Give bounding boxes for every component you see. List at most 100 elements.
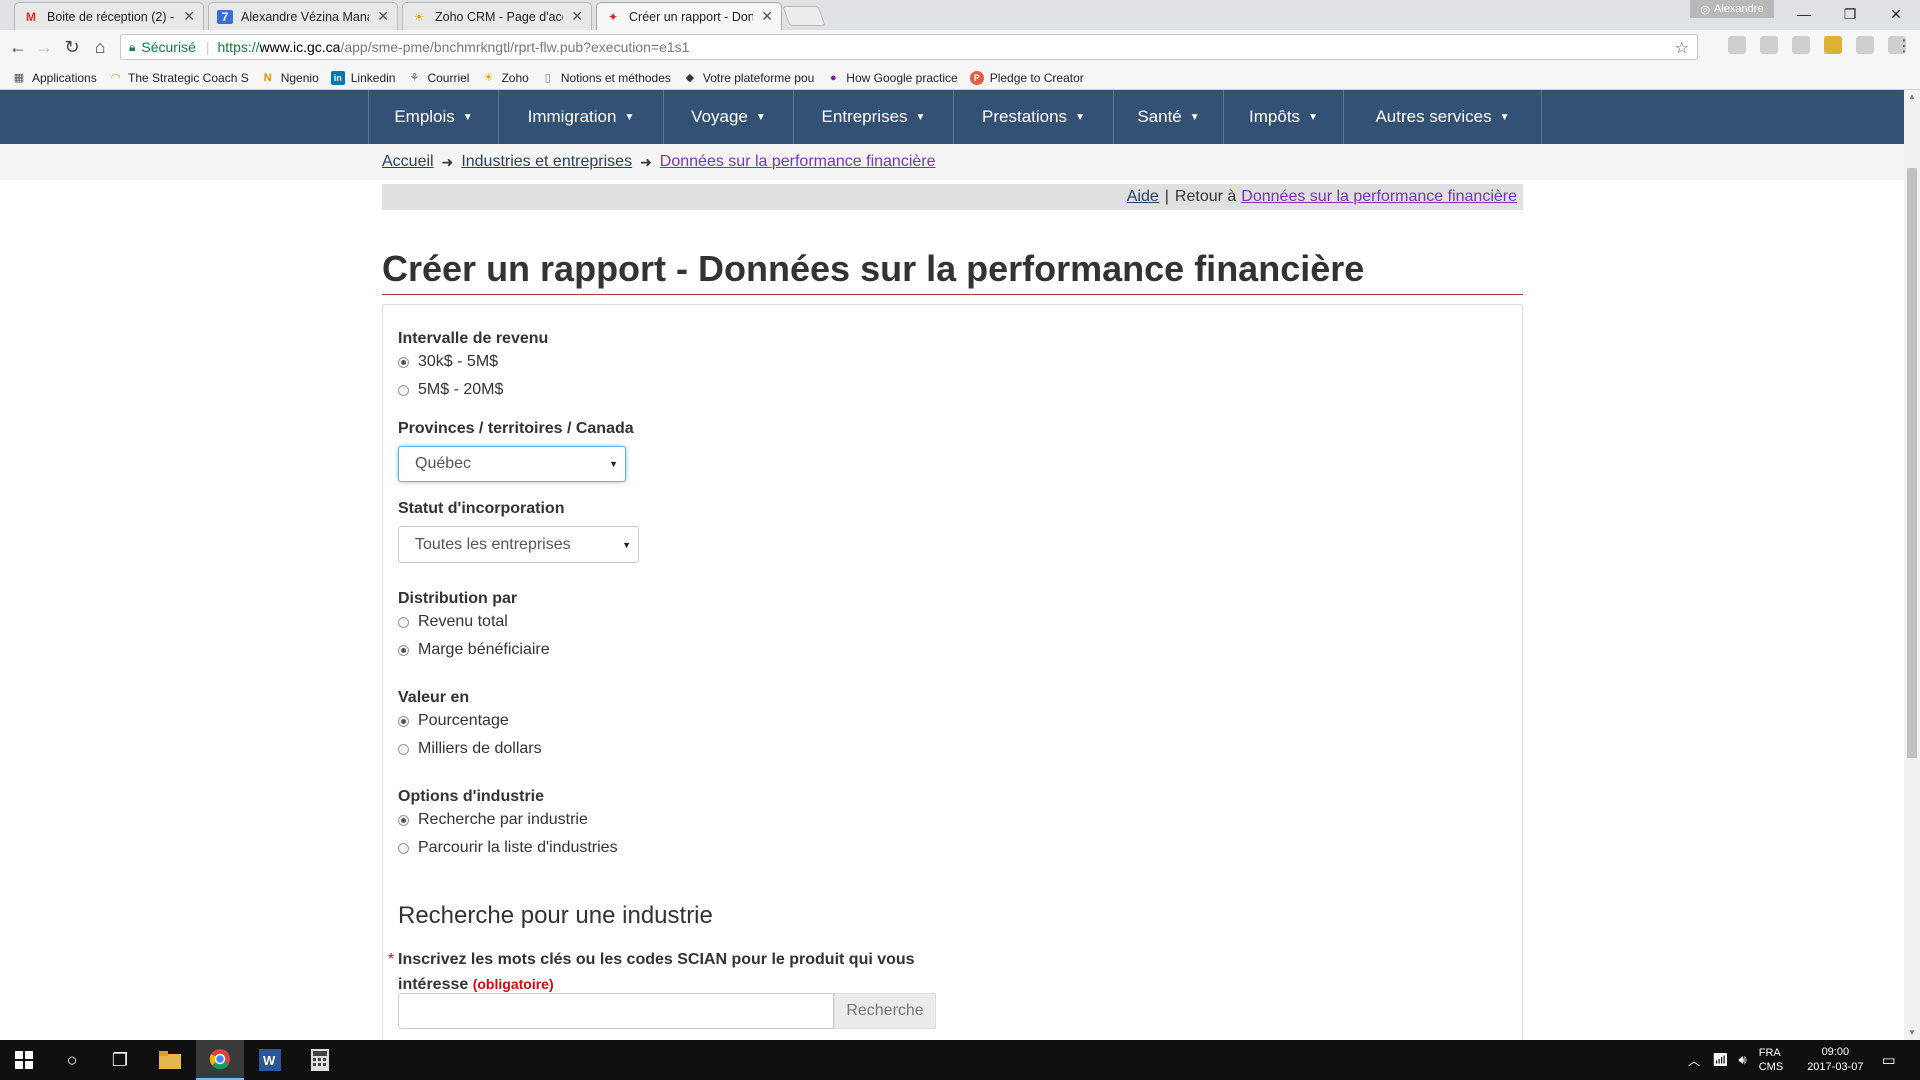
menu-item-immigration[interactable]: Immigration ▼ — [499, 90, 664, 144]
help-link[interactable]: Aide — [1127, 188, 1159, 206]
radio-pourcentage[interactable]: Pourcentage — [398, 712, 509, 730]
close-tab-icon[interactable]: ✕ — [377, 8, 389, 25]
menu-item-prestations[interactable]: Prestations ▼ — [954, 90, 1114, 144]
extension-icon[interactable] — [1824, 36, 1842, 54]
bookmark-pledge[interactable]: P Pledge to Creator — [969, 70, 1084, 85]
menu-item-entreprises[interactable]: Entreprises ▼ — [794, 90, 954, 144]
radio-revenue-30k-5m[interactable]: 30k$ - 5M$ — [398, 353, 498, 371]
bookmark-label: Pledge to Creator — [989, 70, 1084, 85]
windows-start-icon[interactable] — [0, 1040, 48, 1080]
bookmark-applications[interactable]: ▦ Applications — [12, 71, 97, 85]
address-bar[interactable]: 🔒︎ Sécurisé | https://www.ic.gc.ca/app/s… — [120, 34, 1698, 60]
cortana-search-icon[interactable]: ○ — [48, 1040, 96, 1080]
url-text[interactable]: https://www.ic.gc.ca/app/sme-pme/bnchmrk… — [218, 39, 690, 55]
radio-revenu-total[interactable]: Revenu total — [398, 613, 508, 631]
browser-tab-gmail[interactable]: M Boite de réception (2) - alexandre ✕ — [14, 2, 204, 30]
bookmark-star-icon[interactable]: ☆ — [1675, 38, 1689, 58]
close-window-button[interactable]: ✕ — [1872, 0, 1920, 28]
network-icon[interactable]: 📶︎ — [1712, 1052, 1729, 1068]
chrome-taskbar-icon[interactable] — [196, 1040, 244, 1080]
browser-tab-active[interactable]: ✦ Créer un rapport - Données ✕ — [596, 2, 782, 30]
bookmark-how-google[interactable]: ● How Google practice — [826, 71, 958, 85]
bookmark-ngenio[interactable]: N Ngenio — [261, 71, 319, 85]
bookmark-linkedin[interactable]: in Linkedin — [330, 70, 395, 85]
province-select[interactable]: Québec ▼ — [398, 446, 626, 482]
notifications-icon[interactable]: ▭ — [1881, 1051, 1895, 1069]
chevron-down-icon: ▼ — [1499, 111, 1510, 123]
industry-search-input[interactable] — [398, 993, 834, 1029]
radio-label: Milliers de dollars — [418, 740, 542, 757]
chevron-up-icon[interactable]: ︿ — [1688, 1052, 1700, 1069]
tab-title: Créer un rapport - Données — [629, 9, 754, 24]
tab-title: Zoho CRM - Page d'accueil — [435, 9, 563, 24]
close-tab-icon[interactable]: ✕ — [183, 8, 195, 25]
breadcrumb-accueil[interactable]: Accueil — [382, 153, 434, 171]
menu-item-voyage[interactable]: Voyage ▼ — [664, 90, 794, 144]
bookmark-strategic-coach[interactable]: ◠ The Strategic Coach S — [109, 71, 249, 85]
extension-icon[interactable] — [1792, 36, 1810, 54]
calculator-taskbar-icon[interactable] — [296, 1040, 344, 1080]
browser-tab-bar: M Boite de réception (2) - alexandre ✕ 7… — [0, 0, 1920, 30]
page-icon: ▯ — [544, 72, 551, 84]
reload-icon[interactable]: ↻ — [60, 34, 84, 60]
bookmark-zoho[interactable]: ☀ Zoho — [481, 71, 529, 85]
menu-item-sante[interactable]: Santé ▼ — [1114, 90, 1224, 144]
radio-parcourir-liste[interactable]: Parcourir la liste d'industries — [398, 839, 618, 857]
page-scrollbar[interactable]: ▲ ▼ — [1904, 90, 1920, 1040]
bookmarks-bar: ▦ Applications ◠ The Strategic Coach S N Ng… — [0, 66, 1920, 90]
ngenio-icon: N — [263, 71, 272, 84]
bookmark-courriel[interactable]: ⚘ Courriel — [407, 71, 470, 85]
task-view-icon[interactable]: ❐ — [96, 1040, 144, 1080]
menu-item-emplois[interactable]: Emplois ▼ — [369, 90, 499, 144]
new-tab-button[interactable] — [782, 6, 826, 26]
word-taskbar-icon[interactable]: W — [246, 1040, 294, 1080]
menu-item-autres-services[interactable]: Autres services ▼ — [1344, 90, 1542, 144]
menu-label: Immigration — [527, 107, 617, 126]
scroll-up-icon[interactable]: ▲ — [1908, 92, 1916, 101]
breadcrumb-bar — [0, 144, 1904, 180]
radio-recherche-industrie[interactable]: Recherche par industrie — [398, 811, 588, 829]
extension-icon[interactable] — [1760, 36, 1778, 54]
home-icon[interactable]: ⌂ — [88, 34, 112, 60]
breadcrumb-donnees[interactable]: Données sur la performance financière — [660, 153, 936, 171]
language-indicator[interactable]: FRA CMS — [1759, 1046, 1783, 1074]
browser-menu-icon[interactable]: ⋮ — [1896, 36, 1912, 56]
return-link[interactable]: Données sur la performance financière — [1241, 188, 1517, 206]
volume-icon[interactable]: 🔊︎ — [1739, 1052, 1747, 1068]
browser-tab-zoho[interactable]: ☀ Zoho CRM - Page d'accueil ✕ — [402, 2, 592, 30]
page-viewport: Emplois ▼ Immigration ▼ Voyage ▼ Entreprise… — [0, 90, 1904, 1040]
bookmark-plateforme[interactable]: ◆ Votre plateforme pou — [683, 71, 815, 85]
minimize-button[interactable]: — — [1780, 0, 1828, 28]
extension-icon[interactable] — [1728, 36, 1746, 54]
breadcrumb-industries[interactable]: Industries et entreprises — [461, 153, 632, 171]
back-arrow-icon[interactable]: ← — [6, 34, 30, 60]
scrollbar-thumb[interactable] — [1907, 168, 1917, 758]
incorporation-value: Toutes les entreprises — [415, 535, 571, 553]
bookmark-notions[interactable]: ▯ Notions et méthodes — [541, 71, 671, 85]
clock[interactable]: 09:00 2017-03-07 — [1807, 1045, 1863, 1075]
zoho-icon: ☀ — [413, 9, 425, 24]
profile-badge[interactable]: ◎ Alexandre — [1690, 0, 1774, 18]
bookmark-label: Applications — [32, 70, 97, 85]
search-button[interactable]: Recherche — [834, 993, 936, 1029]
extension-icon[interactable] — [1856, 36, 1874, 54]
close-tab-icon[interactable]: ✕ — [761, 8, 773, 25]
address-separator: | — [205, 39, 210, 55]
forward-arrow-icon[interactable]: → — [32, 34, 56, 60]
dropdown-arrow-icon: ▼ — [609, 459, 618, 469]
value-in-label: Valeur en — [398, 689, 470, 706]
chevron-down-icon: ▼ — [624, 111, 635, 123]
file-explorer-icon[interactable] — [146, 1040, 194, 1080]
radio-revenue-5m-20m[interactable]: 5M$ - 20M$ — [398, 381, 503, 399]
radio-marge-beneficiaire[interactable]: Marge bénéficiaire — [398, 641, 550, 659]
radio-milliers-dollars[interactable]: Milliers de dollars — [398, 740, 542, 758]
close-tab-icon[interactable]: ✕ — [571, 8, 583, 25]
site-menu-list: Emplois ▼ Immigration ▼ Voyage ▼ Entreprise… — [368, 90, 1542, 144]
courriel-icon: ⚘ — [409, 72, 420, 84]
browser-tab-managem[interactable]: 7 Alexandre Vézina Manag ✕ — [208, 2, 398, 30]
scroll-down-icon[interactable]: ▼ — [1908, 1028, 1916, 1037]
incorporation-select[interactable]: Toutes les entreprises ▼ — [398, 526, 639, 563]
industry-search-heading: Recherche pour une industrie — [398, 902, 713, 929]
maximize-button[interactable]: ❐ — [1826, 0, 1874, 28]
menu-item-impots[interactable]: Impôts ▼ — [1224, 90, 1344, 144]
